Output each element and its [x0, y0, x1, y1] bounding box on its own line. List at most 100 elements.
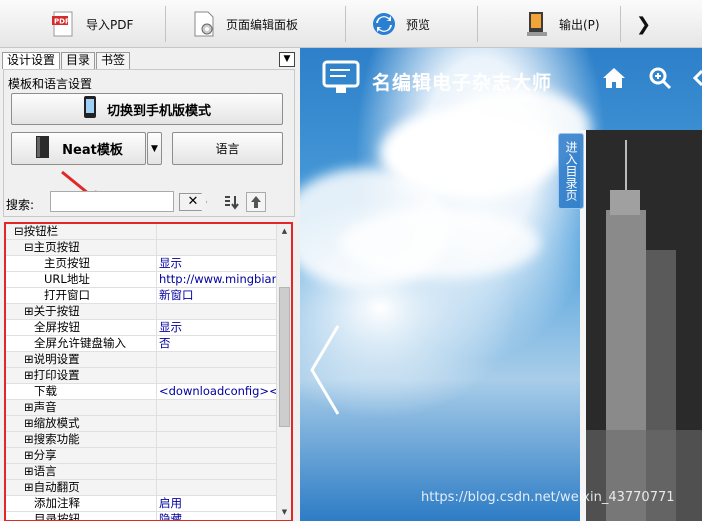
- property-value[interactable]: 显示: [157, 320, 276, 335]
- language-label: 语言: [215, 142, 240, 156]
- property-row[interactable]: ⊞分享: [6, 448, 276, 464]
- property-value: [157, 480, 276, 495]
- property-key: ⊟主页按钮: [6, 240, 157, 255]
- collapse-icon[interactable]: [246, 192, 266, 212]
- preview-title: 名编辑电子杂志大师: [372, 72, 553, 94]
- property-row[interactable]: 主页按钮 显示: [6, 256, 276, 272]
- caret-down-icon: ▼: [151, 143, 158, 154]
- panel-tabs: 设计设置 目录 书签: [2, 52, 131, 69]
- toolbar-divider: [477, 6, 478, 42]
- cloud-decoration: [340, 208, 540, 278]
- output-button[interactable]: 输出(P): [523, 4, 600, 44]
- watermark-text: https://blog.csdn.net/weixin_43770771: [421, 490, 675, 505]
- property-row[interactable]: 全屏允许键盘输入否: [6, 336, 276, 352]
- refresh-icon: [370, 10, 398, 38]
- chevron-right-icon: ❯: [636, 13, 652, 35]
- property-row[interactable]: 目录按钮 隐藏: [6, 512, 276, 520]
- property-key: ⊞声音: [6, 400, 157, 415]
- property-row[interactable]: ⊞搜索功能: [6, 432, 276, 448]
- property-value: [157, 240, 276, 255]
- search-label: 搜索:: [6, 198, 35, 212]
- tab-design-settings[interactable]: 设计设置: [2, 52, 61, 69]
- property-value: [157, 368, 276, 383]
- property-key: 打开窗口: [6, 288, 157, 303]
- property-key: ⊞搜索功能: [6, 432, 157, 447]
- property-row[interactable]: 下载<downloadconfig><u...: [6, 384, 276, 400]
- property-key: 目录按钮: [6, 512, 157, 520]
- preview-label: 预览: [406, 17, 431, 32]
- property-value[interactable]: <downloadconfig><u...: [157, 384, 276, 399]
- panel-dropdown-button[interactable]: ▼: [279, 52, 295, 67]
- property-row[interactable]: ⊟主页按钮: [6, 240, 276, 256]
- output-icon: [523, 10, 551, 38]
- toolbar-divider: [620, 6, 621, 42]
- property-row[interactable]: 添加注释 启用: [6, 496, 276, 512]
- contents-side-tab[interactable]: 进入目录页: [558, 133, 584, 209]
- property-key: ⊞关于按钮: [6, 304, 157, 319]
- property-value: [157, 416, 276, 431]
- switch-mobile-button[interactable]: 切换到手机版模式: [11, 93, 283, 125]
- property-row[interactable]: 打开窗口 新窗口: [6, 288, 276, 304]
- property-value[interactable]: 否: [157, 336, 276, 351]
- property-value[interactable]: 隐藏: [157, 512, 276, 520]
- page-editor-button[interactable]: 页面编辑面板: [190, 4, 298, 44]
- property-row[interactable]: ⊞关于按钮: [6, 304, 276, 320]
- more-toolbar-button[interactable]: ❯: [636, 4, 651, 44]
- property-key: ⊞打印设置: [6, 368, 157, 383]
- scroll-down-icon[interactable]: ▼: [277, 505, 291, 520]
- property-key: 全屏按钮: [6, 320, 157, 335]
- property-grid: ⊟按钮栏⊟主页按钮主页按钮显示URL地址http://www.mingbianj…: [4, 222, 293, 521]
- home-icon[interactable]: [602, 66, 626, 90]
- property-key: URL地址: [6, 272, 157, 287]
- chevron-left-icon[interactable]: [693, 70, 702, 86]
- property-value: [157, 352, 276, 367]
- property-key: ⊞自动翻页: [6, 480, 157, 495]
- property-value: [157, 432, 276, 447]
- tab-bookmarks[interactable]: 书签: [96, 52, 131, 69]
- property-row[interactable]: 全屏按钮 显示: [6, 320, 276, 336]
- property-key: 下载: [6, 384, 157, 399]
- property-value[interactable]: 新窗口: [157, 288, 276, 303]
- property-key: 全屏允许键盘输入: [6, 336, 157, 351]
- property-key: ⊞分享: [6, 448, 157, 463]
- property-row[interactable]: ⊟按钮栏: [6, 224, 276, 240]
- book-icon: [34, 135, 52, 163]
- scroll-up-icon[interactable]: ▲: [277, 224, 291, 239]
- phone-icon: [83, 95, 97, 123]
- zoom-in-icon[interactable]: [648, 66, 672, 90]
- magazine-page[interactable]: [580, 130, 702, 521]
- scrollbar-thumb[interactable]: [279, 287, 290, 427]
- property-value: [157, 224, 276, 239]
- import-pdf-button[interactable]: PDF 导入PDF: [50, 4, 133, 44]
- property-row[interactable]: ⊞声音: [6, 400, 276, 416]
- property-value: [157, 464, 276, 479]
- page-settings-icon: [190, 10, 218, 38]
- pdf-icon: PDF: [50, 10, 78, 38]
- template-button[interactable]: Neat模板: [11, 132, 146, 165]
- property-value[interactable]: 启用: [157, 496, 276, 511]
- sort-icon[interactable]: [222, 193, 242, 213]
- property-row[interactable]: ⊞自动翻页: [6, 480, 276, 496]
- tab-contents[interactable]: 目录: [61, 52, 96, 69]
- property-row[interactable]: ⊞打印设置: [6, 368, 276, 384]
- language-button[interactable]: 语言: [172, 132, 283, 165]
- property-value: [157, 304, 276, 319]
- property-value[interactable]: 显示: [157, 256, 276, 271]
- property-row[interactable]: ⊞缩放模式: [6, 416, 276, 432]
- page-editor-label: 页面编辑面板: [226, 17, 299, 32]
- vertical-scrollbar[interactable]: ▲ ▼: [276, 224, 291, 520]
- preview-button[interactable]: 预览: [370, 4, 430, 44]
- left-panel: 设计设置 目录 书签 ▼ 模板和语言设置 切换到手机版模式 Neat模板 ▼ 语…: [0, 48, 298, 521]
- property-row[interactable]: URL地址http://www.mingbianj...: [6, 272, 276, 288]
- main-toolbar: PDF 导入PDF 页面编辑面板 预览 输出(P) ❯: [0, 0, 702, 48]
- property-key: ⊞语言: [6, 464, 157, 479]
- building-image: [586, 130, 702, 521]
- clear-search-button[interactable]: ✕: [179, 193, 207, 211]
- property-value[interactable]: http://www.mingbianj...: [157, 272, 276, 287]
- property-row[interactable]: ⊞语言: [6, 464, 276, 480]
- toolbar-divider: [345, 6, 346, 42]
- search-input[interactable]: [50, 191, 174, 212]
- template-dropdown-button[interactable]: ▼: [147, 132, 162, 165]
- previous-page-icon[interactable]: [300, 320, 350, 420]
- property-row[interactable]: ⊞说明设置: [6, 352, 276, 368]
